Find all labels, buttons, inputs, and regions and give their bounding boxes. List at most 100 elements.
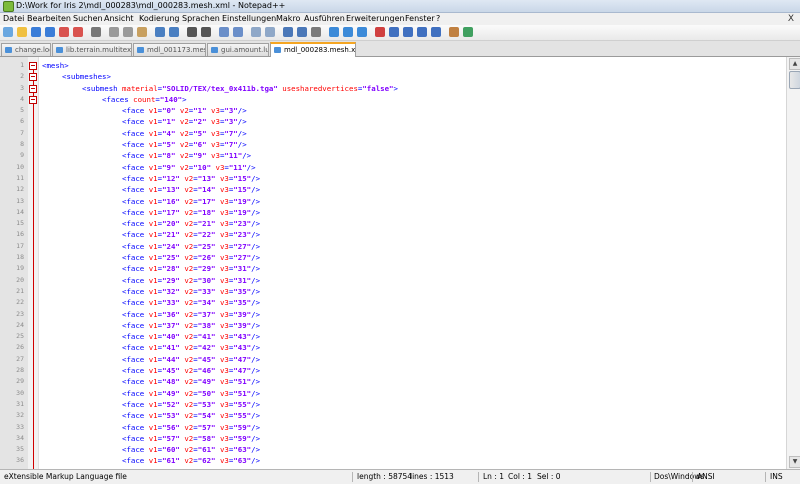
plugin-icon[interactable] xyxy=(449,27,459,37)
sync-v-icon[interactable] xyxy=(251,27,261,37)
code-line[interactable]: 3 <submesh material="SOLID/TEX/tex_0x411b… xyxy=(0,83,786,94)
scroll-down-icon[interactable]: ▼ xyxy=(789,456,800,468)
zoom-out-icon[interactable] xyxy=(233,27,243,37)
editor[interactable]: 1 <mesh> 2 <submeshes> 3 <submesh material="S… xyxy=(0,57,786,469)
paste-icon[interactable] xyxy=(137,27,147,37)
menu-fenster[interactable]: Fenster xyxy=(405,13,435,25)
close-all-icon[interactable] xyxy=(73,27,83,37)
find-icon[interactable] xyxy=(187,27,197,37)
code-line[interactable]: 17 <face v1="24" v2="25" v3="27"/> xyxy=(0,241,786,252)
code-line[interactable]: 34 <face v1="57" v2="58" v3="59"/> xyxy=(0,433,786,444)
xml-attribute-value: "1" xyxy=(193,106,207,116)
open-file-icon[interactable] xyxy=(17,27,27,37)
code-line[interactable]: 33 <face v1="56" v2="57" v3="59"/> xyxy=(0,422,786,433)
macro-record-icon[interactable] xyxy=(375,27,385,37)
code-line[interactable]: 36 <face v1="61" v2="62" v3="63"/> xyxy=(0,455,786,466)
code-line[interactable]: 2 <submeshes> xyxy=(0,71,786,82)
fold-toggle-icon[interactable] xyxy=(29,73,37,82)
copy-icon[interactable] xyxy=(123,27,133,37)
new-file-icon[interactable] xyxy=(3,27,13,37)
tab-mdl-001173[interactable]: mdl_001173.mesh xyxy=(133,43,206,56)
macro-play-icon[interactable] xyxy=(403,27,413,37)
cut-icon[interactable] xyxy=(109,27,119,37)
code-line[interactable]: 30 <face v1="49" v2="50" v3="51"/> xyxy=(0,388,786,399)
show-all-chars-icon[interactable] xyxy=(297,27,307,37)
indent-guide-icon[interactable] xyxy=(311,27,321,37)
menu-makro[interactable]: Makro xyxy=(276,13,300,25)
tab-gui-amount[interactable]: gui.amount.lua xyxy=(207,43,269,56)
scroll-thumb[interactable] xyxy=(789,71,800,89)
code-line[interactable]: 9 <face v1="8" v2="9" v3="11"/> xyxy=(0,150,786,161)
code-line[interactable]: 35 <face v1="60" v2="61" v3="63"/> xyxy=(0,444,786,455)
code-line[interactable]: 11 <face v1="12" v2="13" v3="15"/> xyxy=(0,173,786,184)
close-document-button[interactable]: X xyxy=(788,13,794,25)
code-line[interactable]: 24 <face v1="37" v2="38" v3="39"/> xyxy=(0,320,786,331)
vertical-scrollbar[interactable]: ▲ ▼ xyxy=(786,57,800,469)
code-line[interactable]: 10 <face v1="9" v2="10" v3="11"/> xyxy=(0,162,786,173)
code-line[interactable]: 18 <face v1="25" v2="26" v3="27"/> xyxy=(0,252,786,263)
code-line[interactable]: 1 <mesh> xyxy=(0,60,786,71)
code-line[interactable]: 28 <face v1="45" v2="46" v3="47"/> xyxy=(0,365,786,376)
code-line[interactable]: 21 <face v1="32" v2="33" v3="35"/> xyxy=(0,286,786,297)
menu-erweiterungen[interactable]: Erweiterungen xyxy=(346,13,405,25)
menu-bearbeiten[interactable]: Bearbeiten xyxy=(27,13,71,25)
code-line[interactable]: 32 <face v1="53" v2="54" v3="55"/> xyxy=(0,410,786,421)
fold-toggle-icon[interactable] xyxy=(29,95,37,104)
xml-attribute-name: v3 xyxy=(215,219,229,229)
spell-check-icon[interactable] xyxy=(463,27,473,37)
code-line[interactable]: 14 <face v1="17" v2="18" v3="19"/> xyxy=(0,207,786,218)
code-line[interactable]: 12 <face v1="13" v2="14" v3="15"/> xyxy=(0,184,786,195)
scroll-up-icon[interactable]: ▲ xyxy=(789,58,800,70)
macro-stop-icon[interactable] xyxy=(389,27,399,37)
code-line[interactable]: 15 <face v1="20" v2="21" v3="23"/> xyxy=(0,218,786,229)
redo-icon[interactable] xyxy=(169,27,179,37)
replace-icon[interactable] xyxy=(201,27,211,37)
code-line[interactable]: 20 <face v1="29" v2="30" v3="31"/> xyxy=(0,275,786,286)
tab-lib-terrain-multitex[interactable]: lib.terrain.multitex.lua xyxy=(52,43,132,56)
xml-attribute-value: "35" xyxy=(233,286,252,296)
code-line[interactable]: 6 <face v1="1" v2="2" v3="3"/> xyxy=(0,116,786,127)
xml-attribute-name: v3 xyxy=(215,399,229,409)
code-line[interactable]: 16 <face v1="21" v2="22" v3="23"/> xyxy=(0,229,786,240)
undo-icon[interactable] xyxy=(155,27,165,37)
xml-attribute-name: v3 xyxy=(215,275,229,285)
code-line[interactable]: 13 <face v1="16" v2="17" v3="19"/> xyxy=(0,196,786,207)
menu-kodierung[interactable]: Kodierung xyxy=(139,13,179,25)
code-line[interactable]: 27 <face v1="44" v2="45" v3="47"/> xyxy=(0,354,786,365)
code-line[interactable]: 23 <face v1="36" v2="37" v3="39"/> xyxy=(0,309,786,320)
menu-einstellungen[interactable]: Einstellungen xyxy=(222,13,276,25)
code-line[interactable]: 22 <face v1="33" v2="34" v3="35"/> xyxy=(0,297,786,308)
menu-help[interactable]: ? xyxy=(436,13,440,25)
menu-ansicht[interactable]: Ansicht xyxy=(104,13,134,25)
code-line[interactable]: 31 <face v1="52" v2="53" v3="55"/> xyxy=(0,399,786,410)
tab-change-log[interactable]: change.log xyxy=(1,43,51,56)
fold-toggle-icon[interactable] xyxy=(29,84,37,93)
code-text: <face v1="4" v2="5" v3="7"/> xyxy=(122,128,247,139)
macro-save-icon[interactable] xyxy=(431,27,441,37)
unfold-icon[interactable] xyxy=(357,27,367,37)
code-line[interactable]: 5 <face v1="0" v2="1" v3="3"/> xyxy=(0,105,786,116)
sync-h-icon[interactable] xyxy=(265,27,275,37)
code-line[interactable]: 25 <face v1="40" v2="41" v3="43"/> xyxy=(0,331,786,342)
menu-suchen[interactable]: Suchen xyxy=(73,13,103,25)
code-line[interactable]: 26 <face v1="41" v2="42" v3="43"/> xyxy=(0,342,786,353)
save-all-icon[interactable] xyxy=(45,27,55,37)
menu-sprachen[interactable]: Sprachen xyxy=(182,13,220,25)
menu-datei[interactable]: Datei xyxy=(3,13,24,25)
code-line[interactable]: 8 <face v1="5" v2="6" v3="7"/> xyxy=(0,139,786,150)
menu-ausfuehren[interactable]: Ausführen xyxy=(304,13,345,25)
zoom-in-icon[interactable] xyxy=(219,27,229,37)
code-line[interactable]: 7 <face v1="4" v2="5" v3="7"/> xyxy=(0,128,786,139)
code-line[interactable]: 19 <face v1="28" v2="29" v3="31"/> xyxy=(0,263,786,274)
word-wrap-icon[interactable] xyxy=(283,27,293,37)
fold-icon[interactable] xyxy=(343,27,353,37)
tab-mdl-000283-mesh-xml[interactable]: mdl_000283.mesh.xml xyxy=(270,42,356,58)
print-icon[interactable] xyxy=(91,27,101,37)
close-icon[interactable] xyxy=(59,27,69,37)
bookmark-icon[interactable] xyxy=(329,27,339,37)
fold-toggle-icon[interactable] xyxy=(29,62,37,70)
code-line[interactable]: 29 <face v1="48" v2="49" v3="51"/> xyxy=(0,376,786,387)
macro-play-multiple-icon[interactable] xyxy=(417,27,427,37)
code-line[interactable]: 4 <faces count="140"> xyxy=(0,94,786,105)
save-icon[interactable] xyxy=(31,27,41,37)
